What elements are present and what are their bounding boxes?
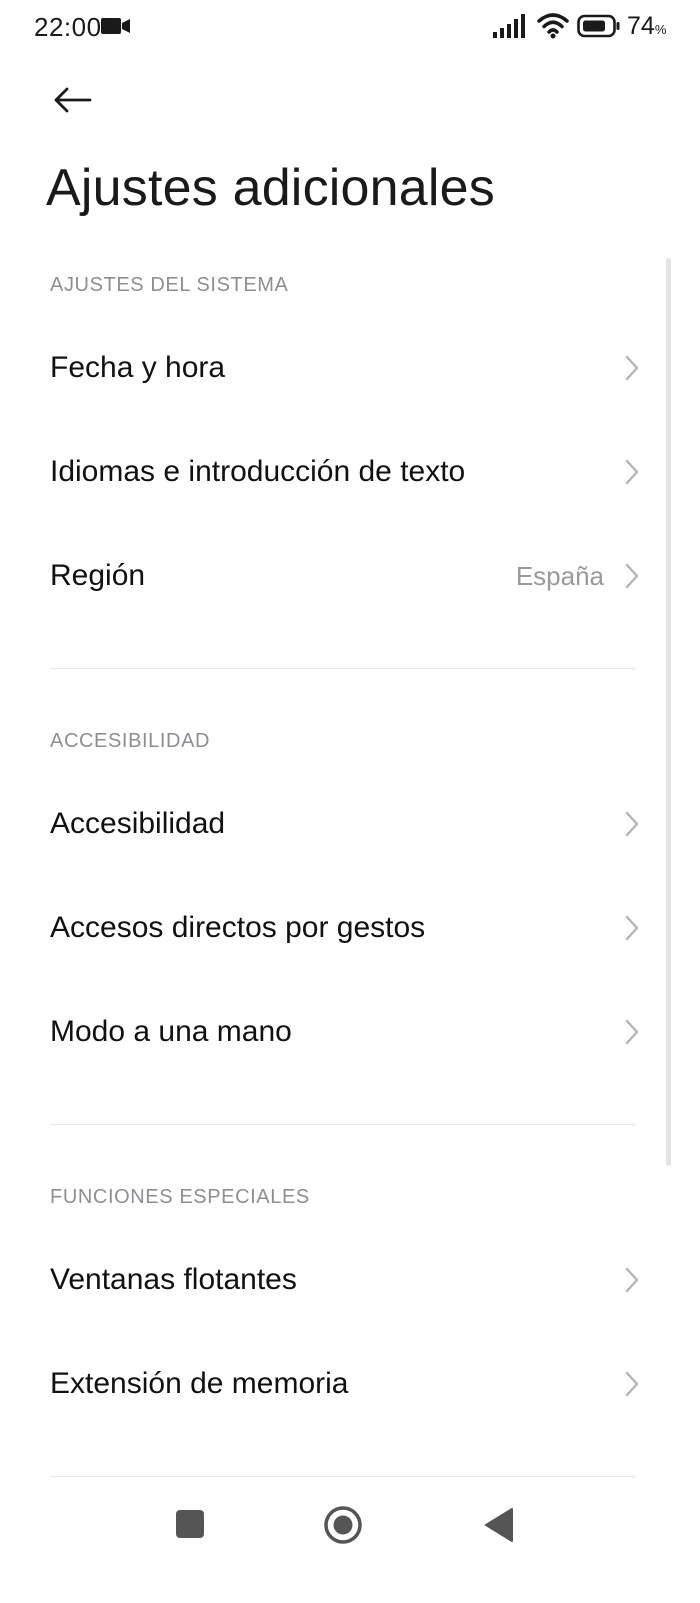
wifi-icon [537, 13, 569, 39]
back-triangle-icon[interactable] [484, 1507, 514, 1543]
chevron-right-icon [625, 459, 639, 485]
section-divider [50, 1124, 636, 1125]
settings-row-memory-extension[interactable]: Extensión de memoria [0, 1332, 680, 1436]
settings-row-floating-windows[interactable]: Ventanas flotantes [0, 1228, 680, 1332]
arrow-left-icon [54, 87, 92, 113]
chevron-right-icon [625, 915, 639, 941]
row-label: Región [50, 559, 146, 592]
settings-row-one-handed-mode[interactable]: Modo a una mano [0, 980, 680, 1084]
chevron-right-icon [625, 1019, 639, 1045]
video-camera-icon [101, 18, 130, 34]
chevron-right-icon [625, 355, 639, 381]
chevron-right-icon [625, 563, 639, 589]
home-circle-icon[interactable] [323, 1505, 363, 1545]
section-header-system: AJUSTES DEL SISTEMA [50, 274, 289, 296]
settings-row-languages-input[interactable]: Idiomas e introducción de texto [0, 420, 680, 524]
row-label: Accesos directos por gestos [50, 911, 426, 944]
battery-level-unit: % [654, 22, 667, 37]
battery-level: 74% [627, 12, 666, 41]
section-header-accessibility: ACCESIBILIDAD [50, 730, 211, 752]
row-label: Idiomas e introducción de texto [50, 455, 466, 488]
row-label: Modo a una mano [50, 1015, 292, 1048]
chevron-right-icon [625, 811, 639, 837]
section-divider [50, 668, 636, 669]
page-title: Ajustes adicionales [46, 159, 495, 217]
battery-level-value: 74 [627, 12, 655, 40]
row-label: Ventanas flotantes [50, 1263, 297, 1296]
region-value: España [515, 561, 604, 591]
settings-row-accessibility[interactable]: Accesibilidad [0, 772, 680, 876]
row-label: Fecha y hora [50, 351, 226, 384]
section-divider [50, 1476, 636, 1477]
row-label: Extensión de memoria [50, 1367, 349, 1400]
settings-row-region[interactable]: Región España [0, 524, 680, 628]
battery-icon [577, 14, 620, 38]
status-time: 22:00 [34, 12, 102, 42]
chevron-right-icon [625, 1267, 639, 1293]
settings-row-date-time[interactable]: Fecha y hora [0, 316, 680, 420]
section-header-special-functions: FUNCIONES ESPECIALES [50, 1186, 310, 1208]
chevron-right-icon [625, 1371, 639, 1397]
recents-square-icon[interactable] [176, 1510, 204, 1538]
settings-row-gesture-shortcuts[interactable]: Accesos directos por gestos [0, 876, 680, 980]
cellular-signal-icon [493, 14, 525, 38]
row-label: Accesibilidad [50, 807, 226, 840]
settings-screen: 22:00 74% Ajustes adicionales AJUSTES DE… [0, 0, 700, 1603]
scrollbar[interactable] [666, 258, 671, 1166]
status-bar: 22:00 74% [0, 0, 700, 56]
back-button[interactable] [48, 76, 96, 124]
